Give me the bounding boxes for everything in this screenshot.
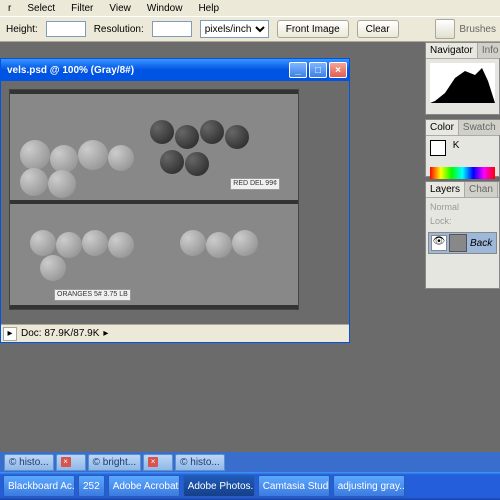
browser-tab[interactable]: × — [143, 454, 173, 471]
browser-tab[interactable]: © histo... — [4, 454, 54, 471]
document-canvas-area: RED DEL 99¢ ORANGES 5# 3.75 LB — [1, 81, 349, 324]
price-sign-1: RED DEL 99¢ — [230, 178, 280, 190]
tab-color[interactable]: Color — [426, 120, 459, 135]
layer-thumbnail — [449, 234, 467, 252]
k-channel-label: K — [453, 140, 460, 151]
palette-toggle-icon[interactable] — [435, 19, 455, 39]
brushes-tab[interactable]: Brushes — [459, 24, 496, 35]
document-title: vels.psd @ 100% (Gray/8#) — [3, 65, 134, 76]
document-titlebar[interactable]: vels.psd @ 100% (Gray/8#) _ □ × — [1, 59, 349, 81]
menu-select[interactable]: Select — [21, 2, 61, 15]
layer-name: Back — [470, 238, 492, 249]
tab-close-icon[interactable]: × — [61, 457, 71, 467]
blend-mode-select[interactable]: Normal — [428, 200, 497, 214]
menu-item[interactable]: r — [2, 2, 17, 15]
visibility-eye-icon[interactable]: 👁 — [431, 235, 447, 251]
color-panel: ColorSwatch K — [425, 119, 500, 177]
status-arrow-icon[interactable]: ▸ — [103, 328, 108, 339]
taskbar-button[interactable]: Camtasia Studi... — [258, 475, 330, 497]
foreground-swatch[interactable] — [430, 140, 446, 156]
resolution-label: Resolution: — [94, 24, 144, 35]
tab-close-icon[interactable]: × — [148, 457, 158, 467]
tab-layers[interactable]: Layers — [426, 182, 465, 197]
document-statusbar: ▸ Doc: 87.9K/87.9K ▸ — [1, 324, 349, 342]
taskbar-button[interactable]: Adobe Acrobat... — [108, 475, 180, 497]
layers-panel: LayersChan Normal Lock: 👁 Back — [425, 181, 500, 289]
taskbar-button[interactable]: 252 — [78, 475, 105, 497]
histogram-display — [426, 59, 499, 114]
color-ramp[interactable] — [430, 167, 495, 179]
tab-swatches[interactable]: Swatch — [459, 120, 500, 135]
taskbar-button[interactable]: adjusting gray... — [333, 475, 405, 497]
menu-view[interactable]: View — [103, 2, 137, 15]
browser-tabstrip: © histo... × © bright... × © histo... — [0, 452, 500, 472]
menu-window[interactable]: Window — [141, 2, 189, 15]
palette-well: Brushes — [431, 16, 500, 42]
maximize-icon[interactable]: □ — [309, 62, 327, 78]
lock-label: Lock: — [428, 214, 497, 228]
resolution-input[interactable] — [152, 21, 192, 37]
tab-navigator[interactable]: Navigator — [426, 43, 478, 58]
units-select[interactable]: pixels/inch — [200, 20, 269, 38]
document-window: vels.psd @ 100% (Gray/8#) _ □ × RED DEL … — [0, 58, 350, 343]
clear-button[interactable]: Clear — [357, 20, 399, 38]
front-image-button[interactable]: Front Image — [277, 20, 349, 38]
tab-channels[interactable]: Chan — [465, 182, 498, 197]
browser-tab[interactable]: © histo... — [175, 454, 225, 471]
navigator-panel: NavigatorInfo — [425, 42, 500, 115]
main-menubar: r Select Filter View Window Help — [0, 0, 500, 16]
browser-tab[interactable]: × — [56, 454, 86, 471]
minimize-icon[interactable]: _ — [289, 62, 307, 78]
taskbar-button[interactable]: Blackboard Ac... — [3, 475, 75, 497]
browser-tab[interactable]: © bright... — [88, 454, 142, 471]
panels-dock: NavigatorInfo ColorSwatch K LayersChan N… — [425, 42, 500, 293]
document-image[interactable]: RED DEL 99¢ ORANGES 5# 3.75 LB — [9, 89, 299, 310]
zoom-popup-button[interactable]: ▸ — [3, 327, 17, 341]
height-input[interactable] — [46, 21, 86, 37]
taskbar-button-active[interactable]: Adobe Photos... — [183, 475, 255, 497]
layer-row-background[interactable]: 👁 Back — [428, 232, 497, 254]
windows-taskbar: Blackboard Ac... 252 Adobe Acrobat... Ad… — [0, 472, 500, 500]
tab-info[interactable]: Info — [478, 43, 500, 58]
height-label: Height: — [6, 24, 38, 35]
document-size-label: Doc: 87.9K/87.9K — [21, 328, 99, 339]
menu-help[interactable]: Help — [192, 2, 225, 15]
close-icon[interactable]: × — [329, 62, 347, 78]
options-bar: Height: Resolution: pixels/inch Front Im… — [0, 16, 500, 42]
menu-filter[interactable]: Filter — [65, 2, 99, 15]
price-sign-2: ORANGES 5# 3.75 LB — [54, 289, 131, 301]
